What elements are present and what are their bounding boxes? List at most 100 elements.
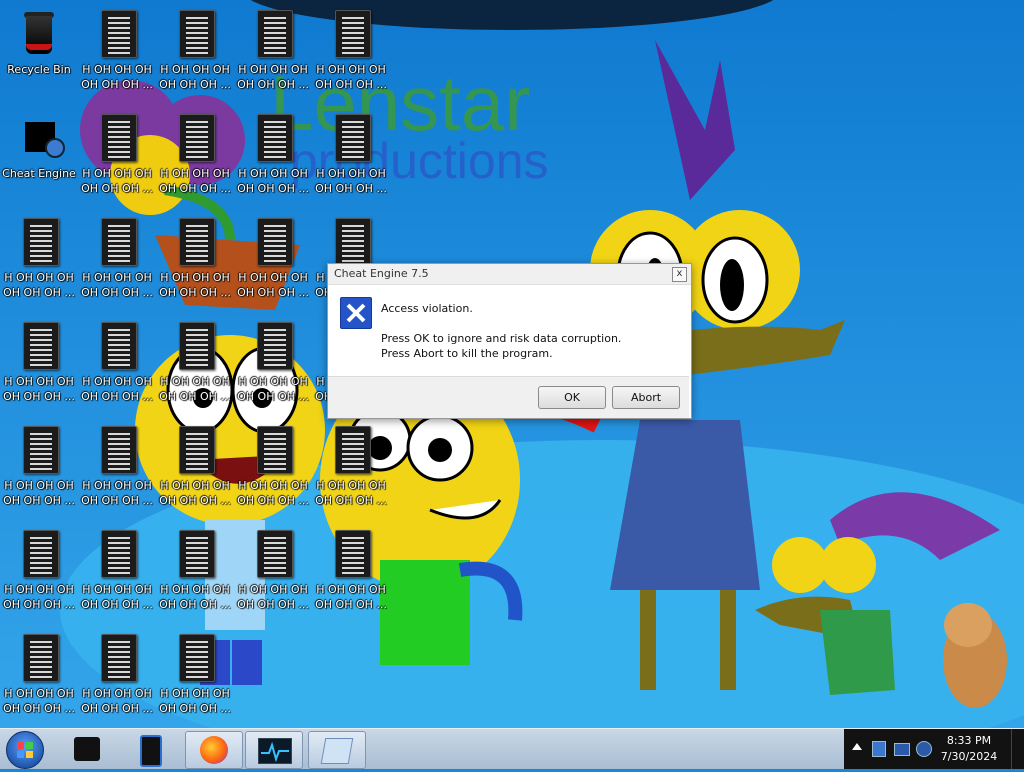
abort-button[interactable]: Abort	[612, 386, 680, 409]
text-document-icon	[251, 530, 295, 578]
desktop-file-icon-item[interactable]: H OH OH OH OH OH OH ...	[0, 212, 78, 312]
desktop-file-label: H OH OH OH OH OH OH ...	[81, 167, 153, 195]
start-button[interactable]	[6, 731, 44, 769]
desktop-file-label: H OH OH OH OH OH OH ...	[159, 271, 231, 299]
desktop-file-icon-item[interactable]: H OH OH OH OH OH OH ...	[78, 4, 156, 104]
desktop-file-label: H OH OH OH OH OH OH ...	[81, 687, 153, 715]
taskbar: 8:33 PM 7/30/2024	[0, 728, 1024, 769]
desktop-file-icon-item[interactable]: H OH OH OH OH OH OH ...	[234, 524, 312, 624]
desktop-file-label: H OH OH OH OH OH OH ...	[159, 583, 231, 611]
text-document-icon	[17, 634, 61, 682]
desktop-file-label: H OH OH OH OH OH OH ...	[159, 687, 231, 715]
desktop-file-icon-item[interactable]: H OH OH OH OH OH OH ...	[0, 524, 78, 624]
desktop-file-label: H OH OH OH OH OH OH ...	[237, 167, 309, 195]
dialog-message-line2: Press Abort to kill the program.	[381, 347, 553, 360]
desktop-file-icon-item[interactable]: H OH OH OH OH OH OH ...	[0, 628, 78, 728]
desktop-file-icon-item[interactable]: H OH OH OH OH OH OH ...	[234, 212, 312, 312]
desktop-file-icon-item[interactable]: H OH OH OH OH OH OH ...	[156, 420, 234, 520]
desktop-file-icon-item[interactable]: H OH OH OH OH OH OH ...	[312, 524, 390, 624]
taskbar-monitor[interactable]	[245, 731, 303, 769]
dialog-message-title: Access violation.	[381, 302, 473, 315]
desktop-file-label: H OH OH OH OH OH OH ...	[237, 583, 309, 611]
desktop-file-icon-item[interactable]: H OH OH OH OH OH OH ...	[234, 108, 312, 208]
desktop-file-icon-item[interactable]: H OH OH OH OH OH OH ...	[312, 420, 390, 520]
desktop-file-label: H OH OH OH OH OH OH ...	[159, 479, 231, 507]
text-document-icon	[251, 218, 295, 266]
show-hidden-icons-icon[interactable]	[852, 743, 862, 750]
system-tray: 8:33 PM 7/30/2024	[844, 729, 1024, 769]
taskbar-notepad[interactable]	[308, 731, 366, 769]
desktop-file-icon-item[interactable]: H OH OH OH OH OH OH ...	[156, 628, 234, 728]
desktop-file-label: H OH OH OH OH OH OH ...	[159, 63, 231, 91]
desktop-file-label: H OH OH OH OH OH OH ...	[237, 271, 309, 299]
cheat-engine-shortcut[interactable]: Cheat Engine	[0, 108, 78, 208]
text-document-icon	[173, 530, 217, 578]
desktop-file-icon-item[interactable]: H OH OH OH OH OH OH ...	[156, 4, 234, 104]
firefox-icon	[200, 736, 228, 764]
desktop-file-icon-item[interactable]: H OH OH OH OH OH OH ...	[78, 316, 156, 416]
desktop-file-icon-item[interactable]: H OH OH OH OH OH OH ...	[312, 108, 390, 208]
show-desktop-button[interactable]	[1011, 729, 1024, 769]
dialog-title: Cheat Engine 7.5	[334, 267, 429, 280]
text-document-icon	[251, 426, 295, 474]
desktop-file-icon-item[interactable]: H OH OH OH OH OH OH ...	[234, 316, 312, 416]
desktop-file-label: H OH OH OH OH OH OH ...	[315, 167, 387, 195]
network-icon[interactable]	[872, 741, 886, 757]
desktop-file-label: H OH OH OH OH OH OH ...	[3, 375, 75, 403]
text-document-icon	[17, 530, 61, 578]
text-document-icon	[95, 218, 139, 266]
taskbar-tablet[interactable]	[122, 731, 178, 767]
dialog-titlebar[interactable]: Cheat Engine 7.5 x	[328, 264, 691, 285]
desktop-file-icon-item[interactable]: H OH OH OH OH OH OH ...	[78, 108, 156, 208]
taskbar-firefox[interactable]	[185, 731, 243, 769]
recycle-bin-label: Recycle Bin	[7, 63, 71, 76]
desktop-file-label: H OH OH OH OH OH OH ...	[237, 375, 309, 403]
text-document-icon	[173, 634, 217, 682]
desktop-file-label: H OH OH OH OH OH OH ...	[237, 63, 309, 91]
desktop-file-icon-item[interactable]: H OH OH OH OH OH OH ...	[0, 316, 78, 416]
monitor-icon	[258, 738, 292, 764]
error-dialog: Cheat Engine 7.5 x Access violation. Pre…	[327, 263, 692, 419]
desktop-file-label: H OH OH OH OH OH OH ...	[159, 375, 231, 403]
desktop-file-icon-item[interactable]: H OH OH OH OH OH OH ...	[156, 316, 234, 416]
desktop-file-icon-item[interactable]: H OH OH OH OH OH OH ...	[0, 420, 78, 520]
ok-button[interactable]: OK	[538, 386, 606, 409]
desktop-file-label: H OH OH OH OH OH OH ...	[3, 271, 75, 299]
desktop-file-label: H OH OH OH OH OH OH ...	[237, 479, 309, 507]
desktop-file-icon-item[interactable]: H OH OH OH OH OH OH ...	[78, 212, 156, 312]
text-document-icon	[173, 426, 217, 474]
desktop-file-icon-item[interactable]: H OH OH OH OH OH OH ...	[156, 108, 234, 208]
desktop-file-icon-item[interactable]: H OH OH OH OH OH OH ...	[156, 212, 234, 312]
desktop-file-icon-item[interactable]: H OH OH OH OH OH OH ...	[78, 628, 156, 728]
notepad-icon	[320, 738, 354, 764]
taskbar-cheat-engine[interactable]	[62, 731, 118, 767]
display-icon[interactable]	[894, 743, 910, 756]
recycle-bin-icon	[17, 10, 61, 58]
desktop-file-icon-item[interactable]: H OH OH OH OH OH OH ...	[234, 420, 312, 520]
text-document-icon	[17, 218, 61, 266]
desktop-file-label: H OH OH OH OH OH OH ...	[81, 375, 153, 403]
text-document-icon	[251, 10, 295, 58]
cheat-engine-icon	[17, 114, 65, 162]
desktop-file-icon-item[interactable]: H OH OH OH OH OH OH ...	[78, 420, 156, 520]
desktop-file-label: H OH OH OH OH OH OH ...	[81, 479, 153, 507]
text-document-icon	[173, 114, 217, 162]
text-document-icon	[95, 10, 139, 58]
desktop-file-label: H OH OH OH OH OH OH ...	[315, 583, 387, 611]
dialog-message-line1: Press OK to ignore and risk data corrupt…	[381, 332, 622, 345]
close-icon[interactable]: x	[672, 267, 687, 282]
text-document-icon	[173, 10, 217, 58]
clock-time[interactable]: 8:33 PM	[934, 734, 1004, 747]
desktop-file-icon-item[interactable]: H OH OH OH OH OH OH ...	[312, 4, 390, 104]
clock-date[interactable]: 7/30/2024	[934, 750, 1004, 763]
windows-logo-icon	[17, 742, 33, 758]
desktop-file-icon-item[interactable]: H OH OH OH OH OH OH ...	[156, 524, 234, 624]
text-document-icon	[173, 322, 217, 370]
recycle-bin-icon-item[interactable]: Recycle Bin	[0, 4, 78, 104]
error-icon	[340, 297, 372, 329]
desktop-file-icon-item[interactable]: H OH OH OH OH OH OH ...	[78, 524, 156, 624]
desktop-file-icon-item[interactable]: H OH OH OH OH OH OH ...	[234, 4, 312, 104]
volume-icon[interactable]	[916, 741, 932, 757]
text-document-icon	[329, 218, 373, 266]
text-document-icon	[329, 530, 373, 578]
